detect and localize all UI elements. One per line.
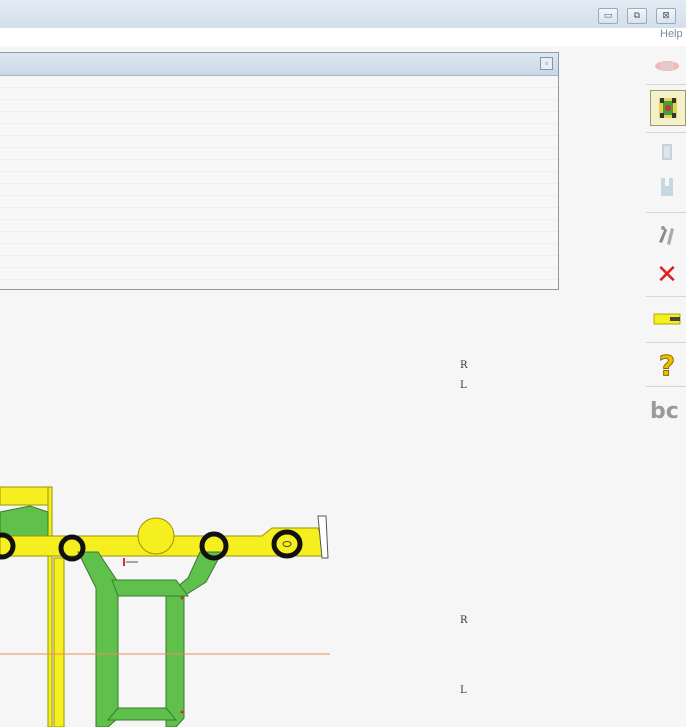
panel-body xyxy=(0,76,558,289)
left-rail-outer xyxy=(47,486,53,727)
green-bottom-bridge xyxy=(106,707,178,721)
panel-close-button[interactable]: ▫ xyxy=(540,57,553,70)
delete-icon[interactable]: ✕ xyxy=(650,258,684,292)
rear-left-label: L xyxy=(460,685,467,696)
window-titlebar: ▭ ⧉ ⊠ xyxy=(0,0,686,28)
help-icon[interactable]: ? xyxy=(650,348,684,382)
toolbar-separator xyxy=(646,132,686,133)
delete-icon-glyph: ✕ xyxy=(656,260,678,290)
vehicle-lift-icon[interactable] xyxy=(650,90,686,126)
wheel-clamp-icon[interactable] xyxy=(650,136,684,170)
help-icon-glyph: ? xyxy=(658,348,676,382)
yellow-bar-icon[interactable] xyxy=(650,302,684,336)
restore-button[interactable]: ⧉ xyxy=(627,8,647,24)
left-green-mount xyxy=(0,505,49,539)
steering-icon[interactable] xyxy=(650,218,684,252)
front-right-label: R xyxy=(460,360,468,371)
brand-logo-icon: bc xyxy=(650,394,684,428)
left-rail-inner xyxy=(53,557,65,727)
info-panel: ▫ xyxy=(0,52,559,290)
green-left-arm xyxy=(77,551,119,727)
toolbar-separator xyxy=(646,296,686,297)
brand-logo-glyph: bc xyxy=(650,398,679,424)
close-window-button[interactable]: ⊠ xyxy=(656,8,676,24)
chassis-diagram xyxy=(0,486,330,727)
toolbar-separator xyxy=(646,212,686,213)
red-dot xyxy=(180,710,184,714)
wheel-clamp-alt-icon[interactable] xyxy=(650,170,684,204)
panel-header: ▫ xyxy=(0,53,558,76)
menu-bar xyxy=(0,28,686,46)
center-hub xyxy=(137,517,175,555)
green-top-bridge xyxy=(111,579,189,597)
toolbar-separator xyxy=(646,84,686,85)
menu-help[interactable]: Help xyxy=(660,28,683,40)
toolbar-separator xyxy=(646,342,686,343)
rear-right-label: R xyxy=(460,615,468,626)
upper-crossmember xyxy=(0,486,53,506)
right-toolbar: ✕ ? bc xyxy=(646,46,686,446)
green-right-arm xyxy=(165,551,223,727)
toolbar-separator xyxy=(646,386,686,387)
front-left-label: L xyxy=(460,380,467,391)
blurred-tool-icon[interactable] xyxy=(650,48,684,82)
red-dot xyxy=(180,596,184,600)
minimize-button[interactable]: ▭ xyxy=(598,8,618,24)
